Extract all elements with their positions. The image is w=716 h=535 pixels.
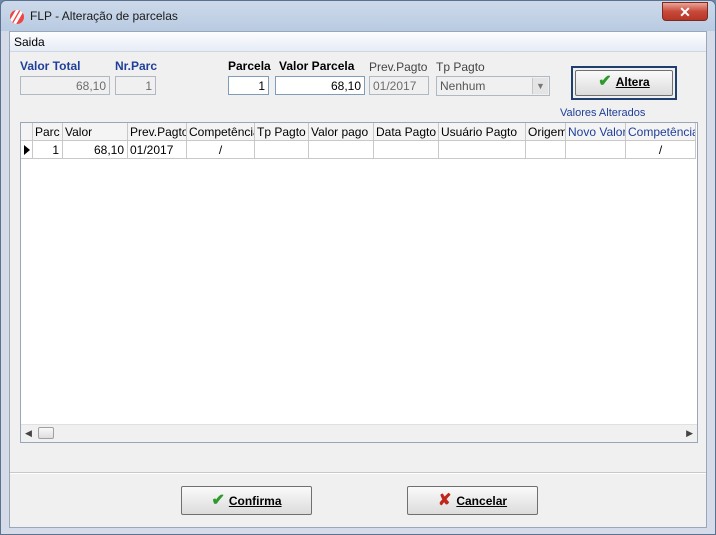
confirma-button[interactable]: ✔ Confirma <box>181 486 312 515</box>
altera-button-label: Altera <box>615 75 650 89</box>
table-cell[interactable]: / <box>626 141 696 159</box>
col-header-valor[interactable]: Valor <box>63 123 128 141</box>
parcela-label: Parcela <box>228 59 271 73</box>
table-cell[interactable] <box>374 141 439 159</box>
table-cell[interactable] <box>439 141 526 159</box>
col-header-parc[interactable]: Parc <box>33 123 63 141</box>
table-cell[interactable]: 68,10 <box>63 141 128 159</box>
title-bar: FLP - Alteração de parcelas ✕ <box>1 1 715 31</box>
nr-parc-field[interactable]: 1 <box>115 76 156 95</box>
table-cell[interactable]: 1 <box>33 141 63 159</box>
tp-pagto-select[interactable]: Nenhum ▼ <box>436 76 550 96</box>
menu-item-saida[interactable]: Saida <box>14 35 45 49</box>
confirma-button-label: Confirma <box>228 494 282 508</box>
valor-total-field[interactable]: 68,10 <box>20 76 110 95</box>
parcela-field[interactable]: 1 <box>228 76 269 95</box>
window-title: FLP - Alteração de parcelas <box>30 9 178 23</box>
table-cell[interactable] <box>255 141 309 159</box>
valor-parcela-field[interactable]: 68,10 <box>275 76 365 95</box>
grid-indicator-header <box>21 123 33 141</box>
col-header-usuario-pagto[interactable]: Usuário Pagto <box>439 123 526 141</box>
window: FLP - Alteração de parcelas ✕ Saida Valo… <box>0 0 716 535</box>
chevron-down-icon[interactable]: ▼ <box>532 78 548 94</box>
col-header-novo-valor[interactable]: Novo Valor <box>566 123 626 141</box>
prev-pagto-label: Prev.Pagto <box>369 60 428 74</box>
col-header-data-pagto[interactable]: Data Pagto <box>374 123 439 141</box>
col-header-competencia-nova[interactable]: Competência <box>626 123 696 141</box>
valores-alterados-label: Valores Alterados <box>560 107 646 119</box>
client-area: Saida Valor Total 68,10 Nr.Parc 1 Parcel… <box>9 31 707 528</box>
check-icon: ✔ <box>211 492 225 509</box>
table-cell[interactable]: / <box>187 141 255 159</box>
close-button[interactable]: ✕ <box>662 2 708 21</box>
prev-pagto-field[interactable]: 01/2017 <box>369 76 429 95</box>
current-row-arrow-icon <box>24 145 30 155</box>
tp-pagto-label: Tp Pagto <box>436 60 485 74</box>
cancelar-button[interactable]: ✘ Cancelar <box>407 486 538 515</box>
parcelas-grid[interactable]: Parc Valor Prev.Pagto Competência Tp Pag… <box>20 122 698 443</box>
horizontal-scrollbar[interactable]: ◀ ▶ <box>21 424 697 442</box>
x-icon: ✘ <box>437 492 452 509</box>
col-header-prev-pagto[interactable]: Prev.Pagto <box>128 123 187 141</box>
col-header-competencia[interactable]: Competência <box>187 123 255 141</box>
col-header-valor-pago[interactable]: Valor pago <box>309 123 374 141</box>
col-header-origem[interactable]: Origem <box>526 123 566 141</box>
altera-button[interactable]: ✔ Altera <box>575 70 673 96</box>
nr-parc-label: Nr.Parc <box>115 59 158 73</box>
app-logo-icon <box>10 10 24 24</box>
menu-bar: Saida <box>10 32 706 52</box>
scroll-left-icon[interactable]: ◀ <box>25 428 32 439</box>
table-cell[interactable] <box>566 141 626 159</box>
tp-pagto-value: Nenhum <box>440 79 486 93</box>
table-cell[interactable] <box>526 141 566 159</box>
valor-parcela-label: Valor Parcela <box>279 59 355 73</box>
row-indicator[interactable] <box>21 141 33 159</box>
altera-focus-border: ✔ Altera <box>571 66 677 100</box>
table-cell[interactable]: 01/2017 <box>128 141 187 159</box>
col-header-tp-pagto[interactable]: Tp Pagto <box>255 123 309 141</box>
check-icon: ✔ <box>598 73 612 90</box>
scroll-right-icon[interactable]: ▶ <box>686 428 693 439</box>
scroll-thumb[interactable] <box>38 427 54 439</box>
divider-highlight <box>10 473 706 474</box>
table-cell[interactable] <box>309 141 374 159</box>
cancelar-button-label: Cancelar <box>456 494 508 508</box>
valor-total-label: Valor Total <box>20 59 81 73</box>
